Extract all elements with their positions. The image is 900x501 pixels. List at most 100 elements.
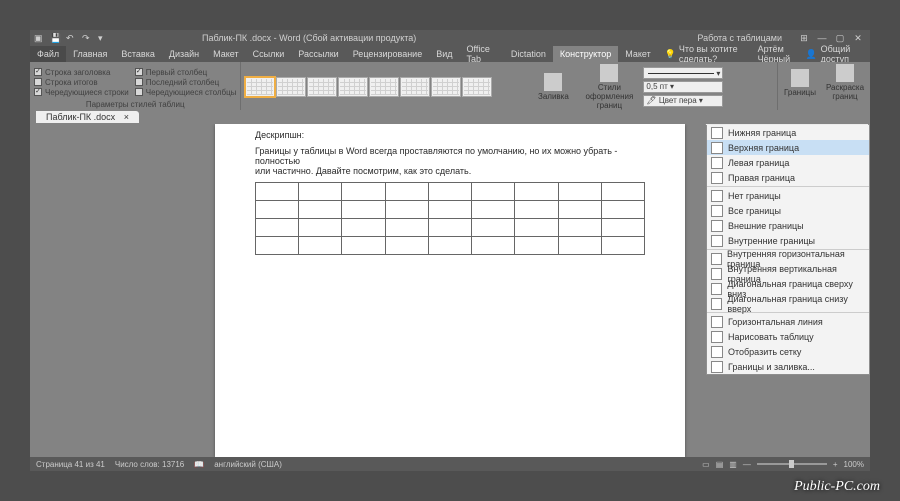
undo-icon[interactable]: ↶ bbox=[66, 33, 76, 43]
table-cell[interactable] bbox=[428, 201, 471, 219]
table-cell[interactable] bbox=[558, 183, 601, 201]
border-menu-item[interactable]: Нарисовать таблицу bbox=[707, 329, 869, 344]
table-cell[interactable] bbox=[472, 219, 515, 237]
table-cell[interactable] bbox=[601, 183, 644, 201]
border-styles-button[interactable]: Стили оформления границ bbox=[581, 64, 637, 110]
table-style-thumb[interactable] bbox=[307, 77, 337, 97]
table-cell[interactable] bbox=[472, 201, 515, 219]
table-cell[interactable] bbox=[472, 237, 515, 255]
table-cell[interactable] bbox=[256, 183, 299, 201]
border-menu-item[interactable]: Все границы bbox=[707, 203, 869, 218]
border-menu-item[interactable]: Нет границы bbox=[707, 188, 869, 203]
tab-review[interactable]: Рецензирование bbox=[346, 46, 430, 62]
table-cell[interactable] bbox=[515, 219, 558, 237]
table-cell[interactable] bbox=[385, 237, 428, 255]
option-checkbox[interactable]: Последний столбец bbox=[135, 78, 237, 87]
option-checkbox[interactable]: ✓Первый столбец bbox=[135, 68, 237, 77]
table-cell[interactable] bbox=[342, 219, 385, 237]
view-print-icon[interactable]: ▤ bbox=[716, 460, 724, 469]
table-style-thumb[interactable] bbox=[338, 77, 368, 97]
table-cell[interactable] bbox=[558, 201, 601, 219]
tab-mailings[interactable]: Рассылки bbox=[291, 46, 345, 62]
tab-insert[interactable]: Вставка bbox=[114, 46, 161, 62]
user-label[interactable]: Артём Чёрный bbox=[758, 44, 802, 64]
table-cell[interactable] bbox=[256, 237, 299, 255]
table-cell[interactable] bbox=[558, 237, 601, 255]
tab-file[interactable]: Файл bbox=[30, 46, 66, 62]
table-cell[interactable] bbox=[515, 183, 558, 201]
pen-width-select[interactable]: 0,5 пт ▾ bbox=[643, 81, 723, 93]
table-cell[interactable] bbox=[256, 201, 299, 219]
table-cell[interactable] bbox=[515, 201, 558, 219]
view-read-icon[interactable]: ▭ bbox=[702, 460, 710, 469]
table-cell[interactable] bbox=[342, 183, 385, 201]
minimize-icon[interactable]: — bbox=[814, 33, 830, 44]
option-checkbox[interactable]: ✓Строка заголовка bbox=[34, 68, 129, 77]
zoom-in-icon[interactable]: + bbox=[833, 460, 838, 469]
table-cell[interactable] bbox=[385, 201, 428, 219]
option-checkbox[interactable]: Чередующиеся столбцы bbox=[135, 88, 237, 97]
table-cell[interactable] bbox=[428, 183, 471, 201]
view-web-icon[interactable]: ▥ bbox=[729, 460, 737, 469]
table-style-thumb[interactable] bbox=[369, 77, 399, 97]
border-menu-item[interactable]: Отобразить сетку bbox=[707, 344, 869, 359]
border-menu-item[interactable]: Внутренние границы bbox=[707, 233, 869, 248]
table-cell[interactable] bbox=[299, 201, 342, 219]
status-words[interactable]: Число слов: 13716 bbox=[115, 460, 184, 469]
tab-table-layout[interactable]: Макет bbox=[618, 46, 657, 62]
table-cell[interactable] bbox=[299, 183, 342, 201]
tellme[interactable]: 💡Что вы хотите сделать? bbox=[658, 46, 758, 62]
table-style-thumb[interactable] bbox=[462, 77, 492, 97]
table-style-thumb[interactable] bbox=[431, 77, 461, 97]
shading-button[interactable]: Заливка bbox=[531, 73, 575, 101]
ribbon-options-icon[interactable]: ⊞ bbox=[796, 33, 812, 44]
border-menu-item[interactable]: Границы и заливка... bbox=[707, 359, 869, 374]
tab-view[interactable]: Вид bbox=[429, 46, 459, 62]
save-icon[interactable]: 💾 bbox=[50, 33, 60, 43]
table-cell[interactable] bbox=[515, 237, 558, 255]
border-painter-button[interactable]: Раскраска границ bbox=[824, 64, 866, 101]
border-menu-item[interactable]: Правая граница bbox=[707, 170, 869, 185]
table-styles-gallery[interactable] bbox=[245, 77, 525, 97]
tab-dictation[interactable]: Dictation bbox=[504, 46, 553, 62]
qat-more-icon[interactable]: ▾ bbox=[98, 33, 108, 43]
zoom-slider[interactable] bbox=[757, 463, 827, 465]
table-cell[interactable] bbox=[601, 237, 644, 255]
table-cell[interactable] bbox=[428, 219, 471, 237]
option-checkbox[interactable]: Строка итогов bbox=[34, 78, 129, 87]
table-style-thumb[interactable] bbox=[400, 77, 430, 97]
border-menu-item[interactable]: Диагональная граница снизу вверх bbox=[707, 296, 869, 311]
borders-button[interactable]: Границы bbox=[782, 69, 818, 97]
tab-home[interactable]: Главная bbox=[66, 46, 114, 62]
border-menu-item[interactable]: Нижняя граница bbox=[707, 125, 869, 140]
tab-table-design[interactable]: Конструктор bbox=[553, 46, 618, 62]
status-page[interactable]: Страница 41 из 41 bbox=[36, 460, 105, 469]
table-cell[interactable] bbox=[342, 237, 385, 255]
table-cell[interactable] bbox=[385, 183, 428, 201]
pen-color-select[interactable]: 🖊 Цвет пера ▾ bbox=[643, 95, 723, 107]
table-cell[interactable] bbox=[299, 237, 342, 255]
tab-design[interactable]: Дизайн bbox=[162, 46, 206, 62]
maximize-icon[interactable]: ▢ bbox=[832, 33, 848, 44]
table-cell[interactable] bbox=[256, 219, 299, 237]
pen-style-select[interactable]: ▾ bbox=[643, 67, 723, 79]
table-style-thumb[interactable] bbox=[245, 77, 275, 97]
zoom-out-icon[interactable]: — bbox=[743, 460, 751, 469]
border-menu-item[interactable]: Верхняя граница bbox=[707, 140, 869, 155]
table-cell[interactable] bbox=[558, 219, 601, 237]
border-menu-item[interactable]: Левая граница bbox=[707, 155, 869, 170]
table-style-thumb[interactable] bbox=[276, 77, 306, 97]
doc-table[interactable] bbox=[255, 182, 645, 255]
redo-icon[interactable]: ↷ bbox=[82, 33, 92, 43]
tab-layout[interactable]: Макет bbox=[206, 46, 245, 62]
table-cell[interactable] bbox=[601, 201, 644, 219]
table-cell[interactable] bbox=[472, 183, 515, 201]
status-proof-icon[interactable]: 📖 bbox=[194, 460, 204, 469]
border-menu-item[interactable]: Горизонтальная линия bbox=[707, 314, 869, 329]
tab-references[interactable]: Ссылки bbox=[246, 46, 292, 62]
table-cell[interactable] bbox=[428, 237, 471, 255]
table-cell[interactable] bbox=[385, 219, 428, 237]
close-icon[interactable]: ✕ bbox=[850, 33, 866, 44]
table-cell[interactable] bbox=[299, 219, 342, 237]
table-cell[interactable] bbox=[601, 219, 644, 237]
